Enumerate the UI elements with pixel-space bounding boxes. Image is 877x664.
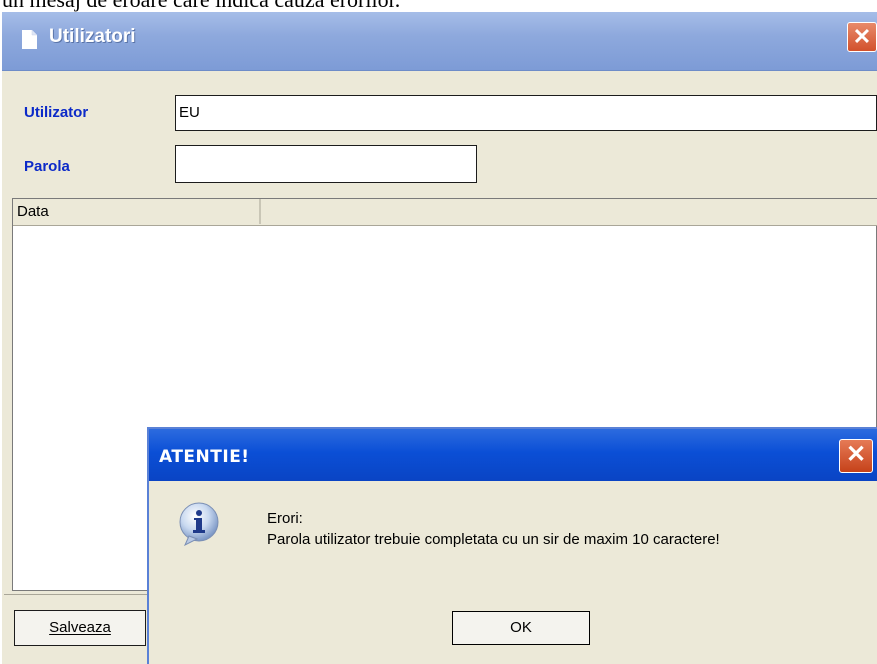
- ok-button[interactable]: OK: [452, 611, 590, 645]
- save-button[interactable]: Salveaza: [14, 610, 146, 646]
- password-label: Parola: [24, 158, 70, 175]
- document-caption: un mesaj de eroare care indica cauza ero…: [0, 0, 877, 12]
- info-icon: [179, 502, 219, 546]
- user-label: Utilizator: [24, 104, 89, 121]
- document-icon: [22, 30, 37, 49]
- error-dialog: ATENTIE! ✕ Erori: Parola utilizator treb…: [147, 427, 877, 664]
- save-button-label: Salveaza: [49, 619, 111, 636]
- dialog-message-title: Erori:: [267, 510, 303, 527]
- column-header-data[interactable]: Data: [13, 199, 261, 224]
- user-input[interactable]: EU: [175, 95, 877, 131]
- window-close-button[interactable]: ✕: [847, 22, 877, 52]
- dialog-title: ATENTIE!: [159, 447, 250, 467]
- dialog-titlebar[interactable]: ATENTIE! ✕: [149, 429, 877, 481]
- window-title: Utilizatori: [49, 26, 136, 47]
- column-header-empty[interactable]: [261, 199, 877, 224]
- grid-header: Data: [13, 199, 877, 226]
- password-input[interactable]: [175, 145, 477, 183]
- window-titlebar[interactable]: Utilizatori ✕: [2, 12, 877, 71]
- dialog-close-button[interactable]: ✕: [839, 439, 873, 473]
- dialog-message-text: Parola utilizator trebuie completata cu …: [267, 531, 720, 548]
